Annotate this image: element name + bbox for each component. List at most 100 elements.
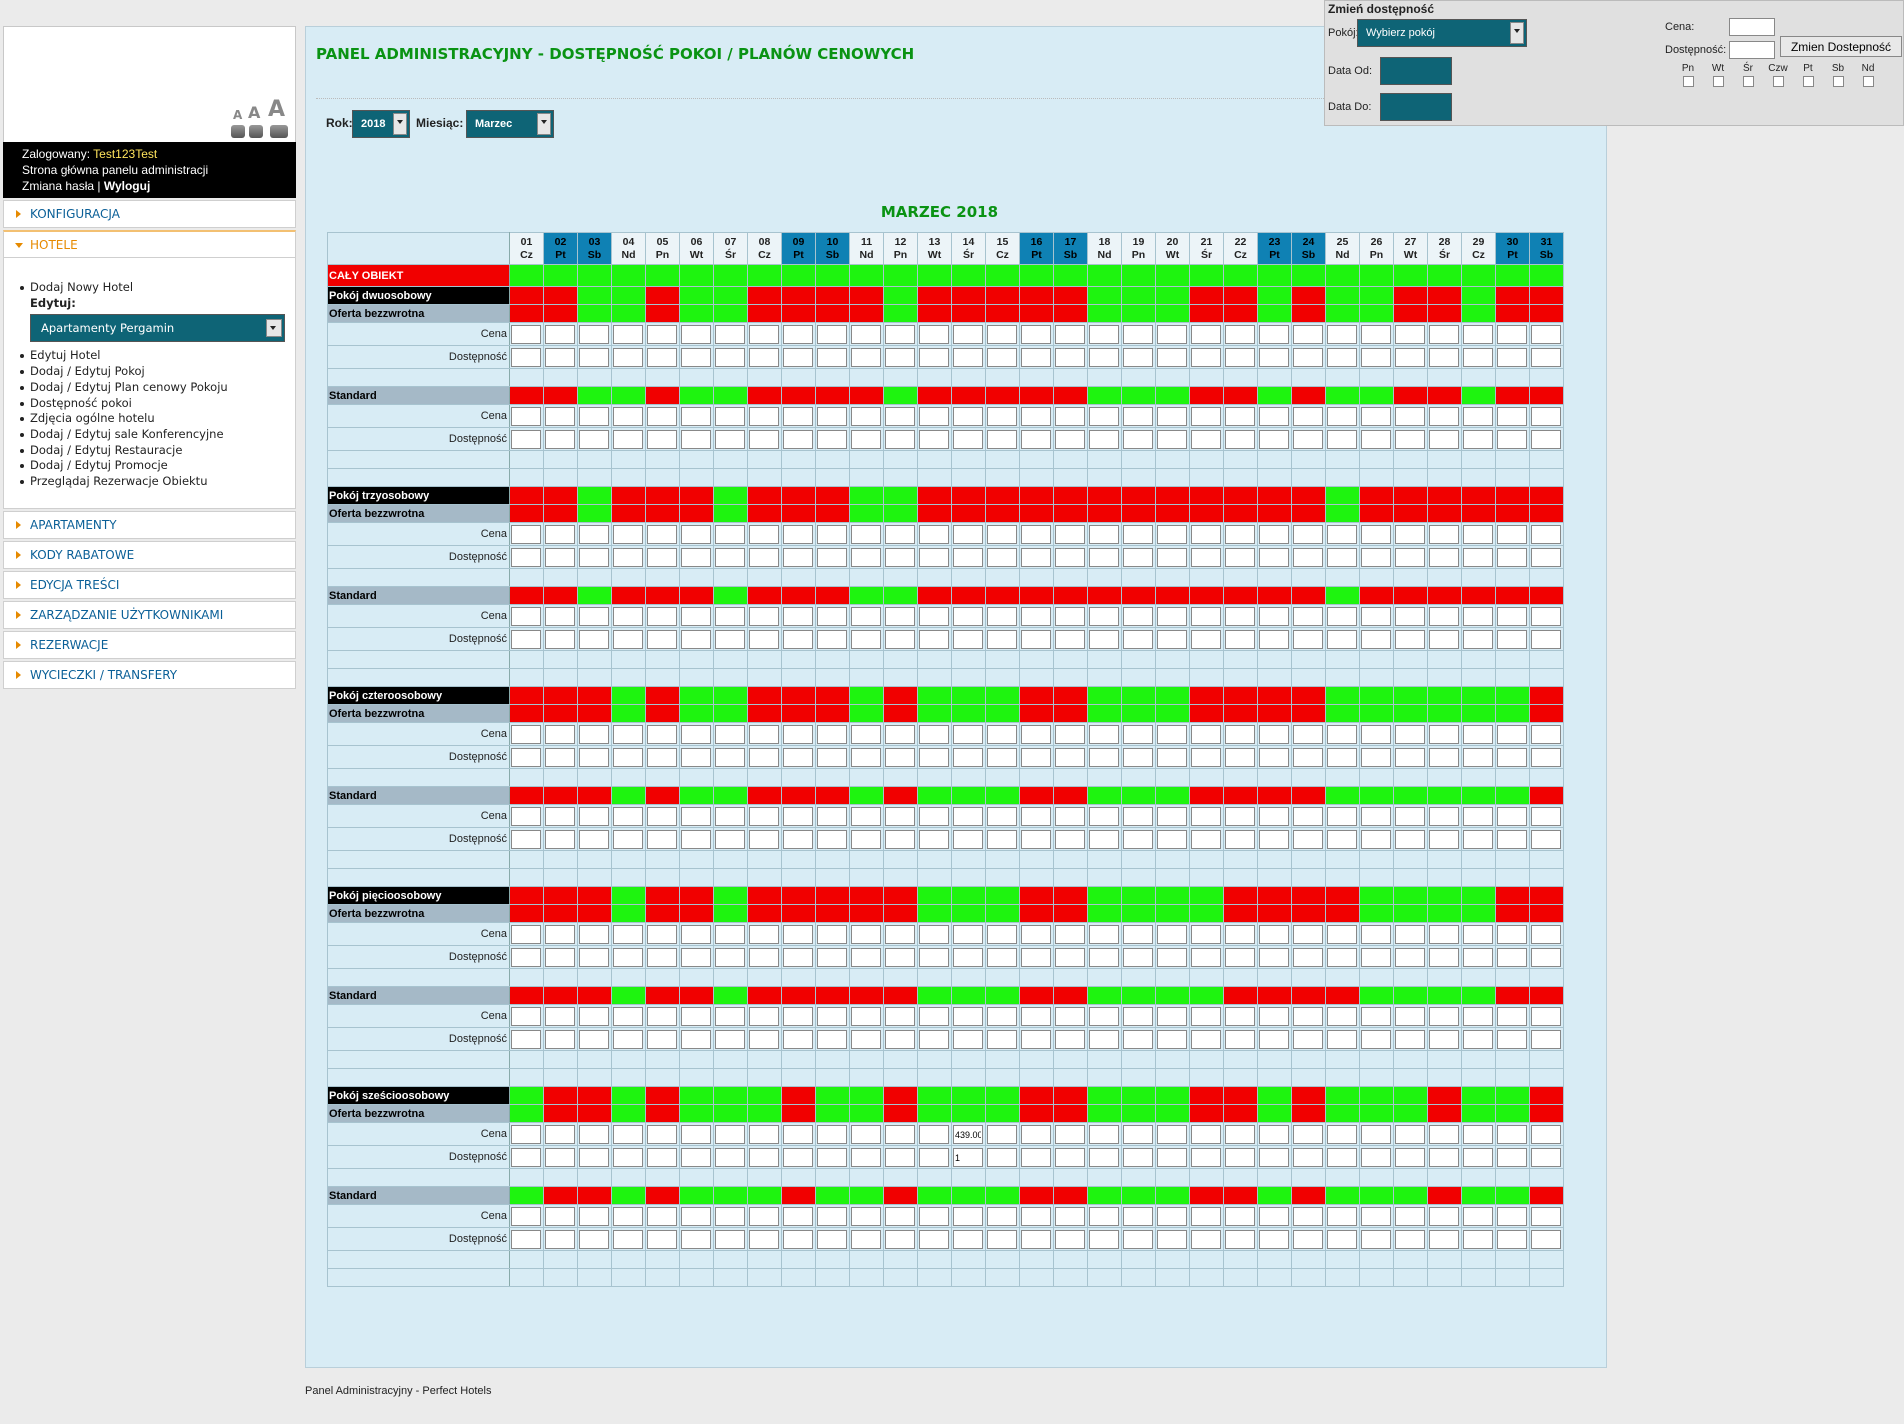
availability-input[interactable]	[1191, 430, 1221, 449]
price-input[interactable]	[749, 407, 779, 426]
price-input[interactable]	[579, 725, 609, 744]
day-status-cell[interactable]	[883, 986, 918, 1005]
availability-input[interactable]	[579, 830, 609, 849]
day-status-cell[interactable]	[1291, 1104, 1326, 1123]
price-input[interactable]	[1055, 525, 1085, 544]
price-input[interactable]	[1497, 1207, 1527, 1226]
day-status-cell[interactable]	[645, 286, 680, 305]
availability-input[interactable]	[1157, 948, 1187, 967]
price-input[interactable]	[1191, 1125, 1221, 1144]
availability-input[interactable]	[545, 830, 575, 849]
availability-input[interactable]	[1293, 748, 1323, 767]
availability-input[interactable]	[545, 948, 575, 967]
price-input[interactable]	[919, 725, 949, 744]
availability-input[interactable]	[783, 430, 813, 449]
price-input[interactable]	[783, 525, 813, 544]
availability-input[interactable]	[1429, 1230, 1459, 1249]
day-status-cell[interactable]	[747, 486, 782, 505]
price-input[interactable]	[1531, 407, 1561, 426]
availability-input[interactable]	[1089, 630, 1119, 649]
day-status-cell[interactable]	[1121, 1104, 1156, 1123]
day-status-cell[interactable]	[679, 1186, 714, 1205]
price-input[interactable]	[1463, 1125, 1493, 1144]
day-status-cell[interactable]	[1291, 1086, 1326, 1105]
price-input[interactable]	[1463, 1007, 1493, 1026]
availability-input[interactable]	[919, 1148, 949, 1167]
day-status-cell[interactable]	[679, 1086, 714, 1105]
day-status-cell[interactable]	[1223, 1086, 1258, 1105]
price-input[interactable]	[1157, 1207, 1187, 1226]
day-status-cell[interactable]	[815, 904, 850, 923]
price-input[interactable]	[1497, 1125, 1527, 1144]
price-input[interactable]	[1089, 525, 1119, 544]
price-input[interactable]	[1327, 407, 1357, 426]
price-input[interactable]	[1293, 1125, 1323, 1144]
price-input[interactable]	[511, 725, 541, 744]
availability-input[interactable]	[885, 348, 915, 367]
day-status-cell[interactable]	[1087, 286, 1122, 305]
day-status-cell[interactable]	[1461, 286, 1496, 305]
day-status-cell[interactable]	[1155, 286, 1190, 305]
price-input[interactable]	[1089, 407, 1119, 426]
day-status-cell[interactable]	[985, 586, 1020, 605]
availability-input[interactable]	[647, 1030, 677, 1049]
day-status-cell[interactable]	[1427, 886, 1462, 905]
day-status-cell[interactable]	[611, 286, 646, 305]
availability-input[interactable]	[749, 430, 779, 449]
availability-input[interactable]	[511, 630, 541, 649]
day-status-cell[interactable]	[815, 786, 850, 805]
day-status-cell[interactable]	[1121, 586, 1156, 605]
day-status-cell[interactable]	[611, 886, 646, 905]
day-status-cell[interactable]	[1019, 986, 1054, 1005]
availability-input[interactable]	[1259, 630, 1289, 649]
availability-input[interactable]	[1293, 548, 1323, 567]
price-input[interactable]	[545, 1007, 575, 1026]
availability-input[interactable]	[1395, 748, 1425, 767]
day-status-cell[interactable]	[747, 986, 782, 1005]
availability-input[interactable]	[817, 830, 847, 849]
price-input[interactable]	[1191, 725, 1221, 744]
availability-input[interactable]	[987, 630, 1017, 649]
day-status-cell[interactable]	[577, 686, 612, 705]
availability-input[interactable]	[511, 1030, 541, 1049]
availability-input[interactable]	[1361, 1148, 1391, 1167]
day-status-cell[interactable]	[1461, 504, 1496, 523]
day-status-cell[interactable]	[1155, 704, 1190, 723]
day-status-cell[interactable]	[1223, 286, 1258, 305]
day-status-cell[interactable]	[1495, 486, 1530, 505]
price-input[interactable]	[1021, 525, 1051, 544]
price-input[interactable]	[1191, 325, 1221, 344]
availability-input[interactable]	[1429, 348, 1459, 367]
day-status-cell[interactable]	[1155, 304, 1190, 323]
availability-input[interactable]	[1327, 1030, 1357, 1049]
day-status-cell[interactable]	[1529, 904, 1564, 923]
day-status-cell[interactable]	[543, 986, 578, 1005]
day-status-cell[interactable]	[1155, 786, 1190, 805]
day-status-cell[interactable]	[781, 586, 816, 605]
availability-input[interactable]	[987, 748, 1017, 767]
price-input[interactable]	[613, 607, 643, 626]
price-input[interactable]	[783, 1207, 813, 1226]
price-input[interactable]	[953, 325, 983, 344]
price-input[interactable]	[987, 1125, 1017, 1144]
availability-input[interactable]	[987, 1148, 1017, 1167]
availability-input[interactable]	[1123, 630, 1153, 649]
day-status-cell[interactable]	[747, 904, 782, 923]
day-status-cell[interactable]	[713, 586, 748, 605]
day-status-cell[interactable]	[645, 1104, 680, 1123]
price-input[interactable]	[987, 1007, 1017, 1026]
day-status-cell[interactable]	[1393, 304, 1428, 323]
availability-input[interactable]	[511, 830, 541, 849]
price-input[interactable]	[1191, 407, 1221, 426]
price-input[interactable]	[1531, 325, 1561, 344]
day-status-cell[interactable]	[747, 786, 782, 805]
availability-input[interactable]	[885, 748, 915, 767]
price-input[interactable]	[953, 607, 983, 626]
availability-input[interactable]	[1055, 630, 1085, 649]
price-input[interactable]	[919, 807, 949, 826]
price-input[interactable]	[1327, 925, 1357, 944]
day-status-cell[interactable]	[917, 904, 952, 923]
day-status-cell[interactable]	[1257, 1104, 1292, 1123]
day-status-cell[interactable]	[543, 1104, 578, 1123]
day-status-cell[interactable]	[815, 686, 850, 705]
